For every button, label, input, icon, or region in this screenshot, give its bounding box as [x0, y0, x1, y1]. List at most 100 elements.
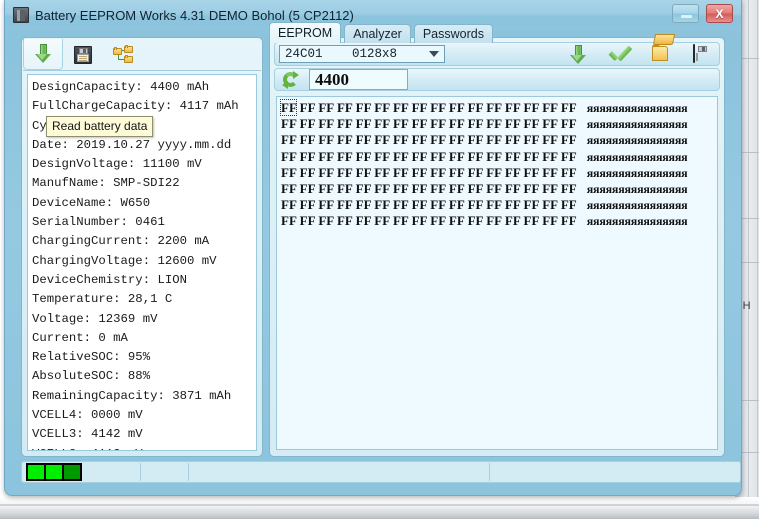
tab-analyzer[interactable]: Analyzer [344, 24, 411, 43]
hex-byte[interactable]: FF [356, 116, 371, 131]
hex-row[interactable]: FF FF FF FF FF FF FF FF FF FF FF FF FF F… [281, 149, 717, 165]
hex-byte[interactable]: FF [374, 197, 389, 212]
hex-byte[interactable]: FF [430, 100, 445, 115]
hex-byte[interactable]: FF [374, 132, 389, 147]
hex-byte[interactable]: FF [542, 165, 557, 180]
hex-byte[interactable]: FF [356, 100, 371, 115]
hex-byte[interactable]: FF [468, 181, 483, 196]
hex-byte[interactable]: FF [318, 149, 333, 164]
hex-editor[interactable]: FF FF FF FF FF FF FF FF FF FF FF FF FF F… [276, 96, 718, 450]
hex-byte[interactable]: FF [524, 197, 539, 212]
hex-byte[interactable]: FF [281, 132, 296, 147]
hex-byte[interactable]: FF [318, 100, 333, 115]
hex-byte[interactable]: FF [430, 132, 445, 147]
hex-byte[interactable]: FF [486, 132, 501, 147]
open-file-button[interactable] [652, 34, 676, 64]
hex-byte[interactable]: FF [356, 197, 371, 212]
hex-bytes[interactable]: FF FF FF FF FF FF FF FF FF FF FF FF FF F… [281, 132, 577, 148]
hex-byte[interactable]: FF [524, 100, 539, 115]
hex-byte[interactable]: FF [318, 116, 333, 131]
hex-byte[interactable]: FF [356, 181, 371, 196]
hex-byte[interactable]: FF [374, 181, 389, 196]
capacity-input[interactable]: 4400 [309, 69, 408, 90]
hex-row[interactable]: FF FF FF FF FF FF FF FF FF FF FF FF FF F… [281, 181, 717, 197]
hex-byte[interactable]: FF [542, 100, 557, 115]
chevron-down-icon[interactable] [429, 51, 439, 57]
hex-byte[interactable]: FF [468, 149, 483, 164]
hex-byte[interactable]: FF [412, 213, 427, 228]
hex-byte[interactable]: FF [337, 116, 352, 131]
hex-byte[interactable]: FF [281, 149, 296, 164]
hex-byte[interactable]: FF [505, 181, 520, 196]
hex-byte[interactable]: FF [412, 165, 427, 180]
hex-byte[interactable]: FF [468, 213, 483, 228]
hex-row[interactable]: FF FF FF FF FF FF FF FF FF FF FF FF FF F… [281, 132, 717, 148]
hex-byte[interactable]: FF [356, 132, 371, 147]
hex-row[interactable]: FF FF FF FF FF FF FF FF FF FF FF FF FF F… [281, 213, 717, 229]
hex-byte[interactable]: FF [561, 165, 577, 180]
hex-byte[interactable]: FF [486, 197, 501, 212]
hex-bytes[interactable]: FF FF FF FF FF FF FF FF FF FF FF FF FF F… [281, 197, 577, 213]
tab-passwords[interactable]: Passwords [413, 24, 493, 43]
hex-byte[interactable]: FF [505, 116, 520, 131]
hex-row[interactable]: FF FF FF FF FF FF FF FF FF FF FF FF FF F… [281, 116, 717, 132]
hex-byte[interactable]: FF [374, 116, 389, 131]
hex-byte[interactable]: FF [486, 213, 501, 228]
hex-byte[interactable]: FF [300, 165, 315, 180]
hex-byte[interactable]: FF [318, 197, 333, 212]
folder-tree-button[interactable] [103, 40, 143, 69]
hex-byte[interactable]: FF [281, 116, 296, 131]
hex-byte[interactable]: FF [393, 116, 408, 131]
hex-bytes[interactable]: FF FF FF FF FF FF FF FF FF FF FF FF FF F… [281, 116, 577, 132]
hex-byte[interactable]: FF [561, 213, 577, 228]
hex-byte[interactable]: FF [374, 213, 389, 228]
hex-byte[interactable]: FF [430, 116, 445, 131]
hex-byte[interactable]: FF [337, 149, 352, 164]
hex-byte[interactable]: FF [524, 116, 539, 131]
hex-byte[interactable]: FF [393, 149, 408, 164]
minimize-button[interactable] [672, 4, 699, 23]
hex-byte[interactable]: FF [374, 100, 389, 115]
hex-byte[interactable]: FF [318, 181, 333, 196]
hex-byte[interactable]: FF [449, 149, 464, 164]
hex-byte[interactable]: FF [337, 181, 352, 196]
hex-byte[interactable]: FF [505, 100, 520, 115]
hex-byte[interactable]: FF [561, 100, 577, 115]
hex-row[interactable]: FF FF FF FF FF FF FF FF FF FF FF FF FF F… [281, 165, 717, 181]
hex-byte[interactable]: FF [281, 181, 296, 196]
hex-byte[interactable]: FF [449, 197, 464, 212]
hex-byte[interactable]: FF [542, 197, 557, 212]
hex-byte[interactable]: FF [393, 213, 408, 228]
hex-byte[interactable]: FF [337, 197, 352, 212]
hex-byte[interactable]: FF [374, 149, 389, 164]
hex-byte[interactable]: FF [468, 100, 483, 115]
hex-byte[interactable]: FF [561, 149, 577, 164]
hex-byte[interactable]: FF [300, 116, 315, 131]
hex-byte[interactable]: FF [524, 149, 539, 164]
hex-byte[interactable]: FF [505, 132, 520, 147]
hex-byte[interactable]: FF [412, 116, 427, 131]
hex-byte[interactable]: FF [318, 213, 333, 228]
hex-byte[interactable]: FF [279, 99, 298, 116]
hex-byte[interactable]: FF [300, 132, 315, 147]
hex-byte[interactable]: FF [337, 165, 352, 180]
hex-byte[interactable]: FF [393, 197, 408, 212]
hex-byte[interactable]: FF [430, 165, 445, 180]
hex-byte[interactable]: FF [449, 181, 464, 196]
hex-byte[interactable]: FF [505, 165, 520, 180]
hex-bytes[interactable]: FF FF FF FF FF FF FF FF FF FF FF FF FF F… [281, 181, 577, 197]
hex-byte[interactable]: FF [393, 100, 408, 115]
read-eeprom-button[interactable] [570, 45, 590, 64]
hex-byte[interactable]: FF [281, 165, 296, 180]
hex-byte[interactable]: FF [449, 132, 464, 147]
hex-byte[interactable]: FF [430, 213, 445, 228]
hex-byte[interactable]: FF [524, 132, 539, 147]
hex-byte[interactable]: FF [524, 165, 539, 180]
hex-byte[interactable]: FF [412, 100, 427, 115]
hex-byte[interactable]: FF [524, 213, 539, 228]
hex-byte[interactable]: FF [561, 197, 577, 212]
close-button[interactable]: X [706, 4, 733, 23]
hex-byte[interactable]: FF [300, 181, 315, 196]
hex-byte[interactable]: FF [468, 197, 483, 212]
hex-byte[interactable]: FF [561, 181, 577, 196]
